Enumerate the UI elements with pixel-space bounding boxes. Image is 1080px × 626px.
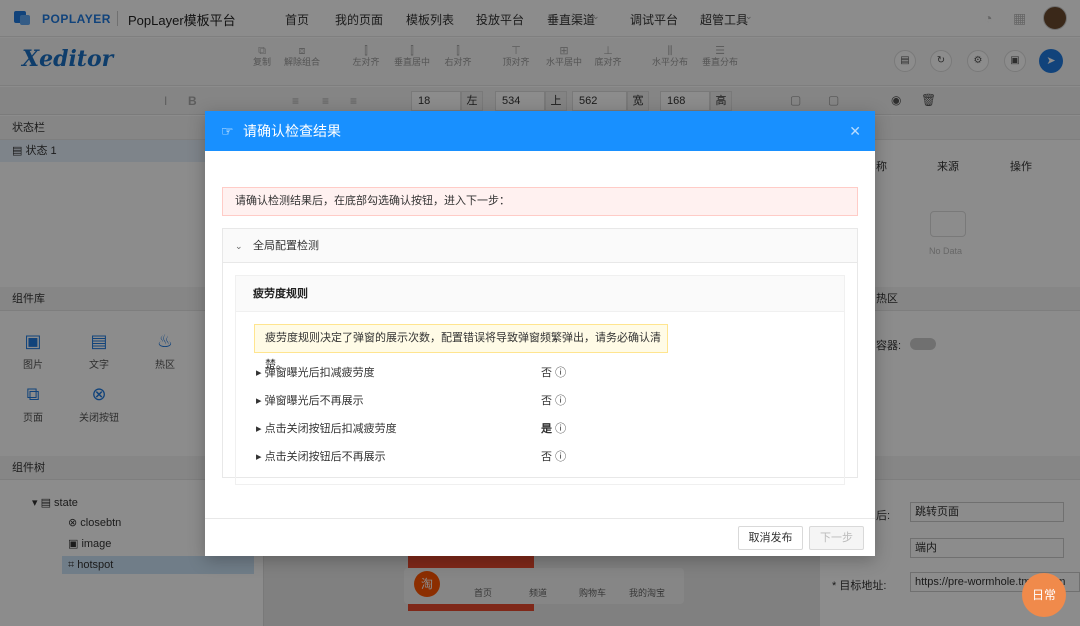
question-icon[interactable]: ⓘ xyxy=(555,423,566,435)
caret-right-icon: ▸ xyxy=(256,451,265,463)
rule-value-text: 否 xyxy=(541,367,552,379)
chevron-down-icon: ⌄ xyxy=(235,241,243,251)
check-result-modal: ☞ 请确认检查结果 ✕ 请确认检测结果后，在底部勾选确认按钮，进入下一步： ⌄ … xyxy=(205,111,875,556)
rule-row[interactable]: ▸ 点击关闭按钮后扣减疲劳度 xyxy=(256,420,397,436)
rule-value: 是 ⓘ xyxy=(541,420,566,436)
caret-right-icon: ▸ xyxy=(256,367,265,379)
next-step-button[interactable]: 下一步 xyxy=(809,526,864,550)
rule-row[interactable]: ▸ 弹窗曝光后扣减疲劳度 xyxy=(256,364,375,380)
modal-footer: 取消发布 下一步 xyxy=(205,518,875,556)
rule-row[interactable]: ▸ 弹窗曝光后不再展示 xyxy=(256,392,364,408)
collapse-header[interactable]: ⌄ 全局配置检测 xyxy=(223,229,857,263)
rule-row[interactable]: ▸ 点击关闭按钮后不再展示 xyxy=(256,448,386,464)
rule-label: 点击关闭按钮后扣减疲劳度 xyxy=(264,423,397,435)
global-check-collapse: ⌄ 全局配置检测 疲劳度规则 疲劳度规则决定了弹窗的展示次数，配置错误将导致弹窗… xyxy=(222,228,858,485)
rule-value: 否 ⓘ xyxy=(541,448,566,464)
modal-title: 请确认检查结果 xyxy=(243,123,341,139)
rule-label: 弹窗曝光后不再展示 xyxy=(264,395,364,407)
rule-value-text: 否 xyxy=(541,395,552,407)
rule-value-text: 是 xyxy=(541,423,552,435)
caret-right-icon: ▸ xyxy=(256,395,265,407)
rule-label: 点击关闭按钮后不再展示 xyxy=(264,451,386,463)
question-icon[interactable]: ⓘ xyxy=(555,395,566,407)
rule-value-text: 否 xyxy=(541,451,552,463)
card-title: 疲劳度规则 xyxy=(236,276,844,312)
hand-icon: ☞ xyxy=(221,123,234,139)
caret-right-icon: ▸ xyxy=(256,423,265,435)
rule-value: 否 ⓘ xyxy=(541,392,566,408)
close-icon[interactable]: ✕ xyxy=(849,123,861,140)
question-icon[interactable]: ⓘ xyxy=(555,367,566,379)
daily-env-badge[interactable]: 日常 xyxy=(1022,573,1066,617)
modal-header: ☞ 请确认检查结果 xyxy=(205,111,875,151)
fatigue-warning: 疲劳度规则决定了弹窗的展示次数，配置错误将导致弹窗频繁弹出，请务必确认清楚。 xyxy=(254,324,668,371)
cancel-publish-button[interactable]: 取消发布 xyxy=(738,526,803,550)
section-title: 全局配置检测 xyxy=(253,240,319,252)
rule-label: 弹窗曝光后扣减疲劳度 xyxy=(264,367,375,379)
fatigue-rule-card: 疲劳度规则 疲劳度规则决定了弹窗的展示次数，配置错误将导致弹窗频繁弹出，请务必确… xyxy=(235,275,845,485)
rule-value: 否 ⓘ xyxy=(541,364,566,380)
question-icon[interactable]: ⓘ xyxy=(555,451,566,463)
confirm-alert: 请确认检测结果后，在底部勾选确认按钮，进入下一步： xyxy=(222,187,858,216)
